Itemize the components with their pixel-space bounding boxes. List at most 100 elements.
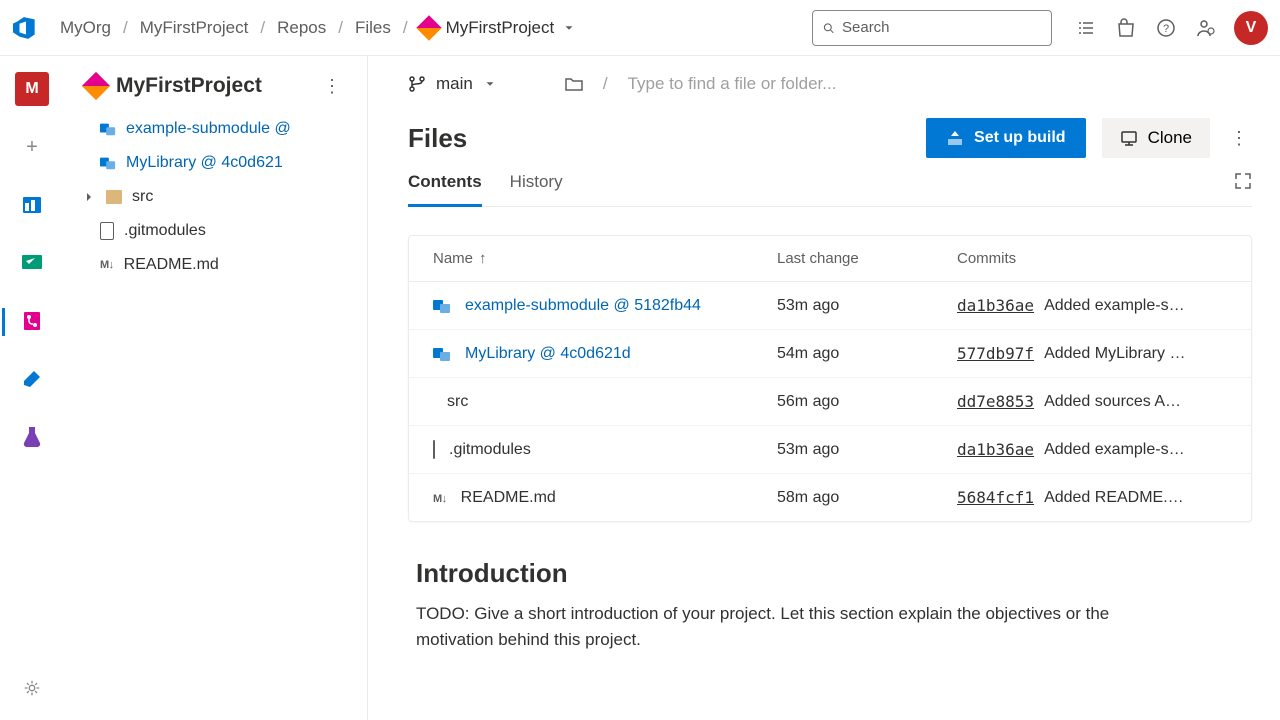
search-icon bbox=[823, 20, 834, 36]
row-commit: dd7e8853 Added sources A… bbox=[957, 392, 1227, 411]
setup-build-button[interactable]: Set up build bbox=[926, 118, 1086, 158]
col-last-change[interactable]: Last change bbox=[777, 250, 957, 267]
breadcrumb-area[interactable]: Repos bbox=[277, 18, 326, 38]
folder-root-icon[interactable] bbox=[565, 76, 583, 92]
marketplace-icon[interactable] bbox=[1114, 16, 1138, 40]
fullscreen-icon[interactable] bbox=[1234, 172, 1252, 206]
nav-overview[interactable] bbox=[15, 188, 49, 222]
col-name[interactable]: Name↑ bbox=[433, 250, 777, 267]
row-last-change: 58m ago bbox=[777, 489, 957, 507]
svg-text:?: ? bbox=[1163, 23, 1169, 35]
breadcrumb-sep: / bbox=[403, 18, 408, 38]
left-rail: M + bbox=[0, 56, 64, 720]
tree-more-menu[interactable]: ⋮ bbox=[319, 76, 345, 97]
tree-item-label: MyLibrary @ 4c0d621 bbox=[126, 154, 283, 172]
readme-heading: Introduction bbox=[416, 558, 1244, 589]
tree-item-src[interactable]: src bbox=[72, 180, 359, 214]
page-title: Files bbox=[408, 123, 467, 154]
tree-item-mylibrary[interactable]: MyLibrary @ 4c0d621 bbox=[72, 146, 359, 180]
project-settings-icon[interactable] bbox=[20, 676, 44, 700]
repo-icon bbox=[416, 15, 441, 40]
user-settings-icon[interactable] bbox=[1194, 16, 1218, 40]
table-row[interactable]: M↓README.md58m ago5684fcf1 Added README.… bbox=[409, 474, 1251, 521]
row-commit: da1b36ae Added example-s… bbox=[957, 296, 1227, 315]
commit-hash[interactable]: dd7e8853 bbox=[957, 392, 1034, 411]
tree-title-text: MyFirstProject bbox=[116, 74, 262, 98]
branch-selector[interactable]: main bbox=[408, 74, 497, 94]
topbar: MyOrg / MyFirstProject / Repos / Files /… bbox=[0, 0, 1280, 56]
commit-hash[interactable]: 577db97f bbox=[957, 344, 1034, 363]
row-last-change: 56m ago bbox=[777, 393, 957, 411]
search-input[interactable] bbox=[842, 19, 1041, 36]
readme-body: TODO: Give a short introduction of your … bbox=[416, 601, 1176, 652]
tab-contents[interactable]: Contents bbox=[408, 172, 482, 207]
md-icon: M↓ bbox=[433, 489, 447, 507]
work-items-icon[interactable] bbox=[1074, 16, 1098, 40]
submodule-icon bbox=[100, 155, 116, 171]
more-actions-menu[interactable]: ⋮ bbox=[1226, 128, 1252, 149]
sort-asc-icon: ↑ bbox=[479, 250, 487, 267]
nav-pipelines[interactable] bbox=[15, 362, 49, 396]
search-box[interactable] bbox=[812, 10, 1052, 46]
table-row[interactable]: .gitmodules53m agoda1b36aeAdded example-… bbox=[409, 426, 1251, 474]
clone-button[interactable]: Clone bbox=[1102, 118, 1210, 158]
nav-repos[interactable] bbox=[15, 304, 49, 338]
tab-history[interactable]: History bbox=[510, 172, 563, 206]
col-commits[interactable]: Commits bbox=[957, 250, 1227, 267]
row-commit: da1b36ae Added example-s… bbox=[957, 440, 1227, 459]
table-row[interactable]: example-submodule @ 5182fb4453m agoda1b3… bbox=[409, 282, 1251, 330]
submod-icon bbox=[433, 298, 451, 314]
row-last-change: 53m ago bbox=[777, 441, 957, 459]
main-content: main / Files Set up build Clone ⋮ bbox=[368, 56, 1280, 720]
find-file-input[interactable] bbox=[628, 74, 1252, 94]
tree-item-label: src bbox=[132, 188, 153, 206]
tree-item-label: example-submodule @ bbox=[126, 120, 291, 138]
nav-boards[interactable] bbox=[15, 246, 49, 280]
file-icon bbox=[433, 441, 435, 459]
breadcrumb-repo-dropdown[interactable]: MyFirstProject bbox=[420, 18, 577, 38]
azure-devops-logo[interactable] bbox=[12, 14, 40, 42]
commit-message: Added example-s… bbox=[1044, 297, 1185, 315]
markdown-icon: M↓ bbox=[100, 259, 114, 271]
tree-item-label: README.md bbox=[124, 256, 219, 274]
commit-message: Added sources A… bbox=[1044, 393, 1181, 411]
table-row[interactable]: MyLibrary @ 4c0d621d54m ago577db97fAdded… bbox=[409, 330, 1251, 378]
nav-test-plans[interactable] bbox=[15, 420, 49, 454]
file-tree: MyFirstProject ⋮ example-submodule @ MyL… bbox=[64, 56, 368, 720]
row-commit: 577db97f Added MyLibrary … bbox=[957, 344, 1227, 363]
build-icon bbox=[946, 129, 964, 147]
add-button[interactable]: + bbox=[15, 130, 49, 164]
file-table: Name↑ Last change Commits example-submod… bbox=[408, 235, 1252, 522]
project-badge[interactable]: M bbox=[15, 72, 49, 106]
tree-title[interactable]: MyFirstProject bbox=[86, 74, 262, 98]
setup-build-label: Set up build bbox=[974, 129, 1066, 147]
commit-hash[interactable]: da1b36ae bbox=[957, 440, 1034, 459]
folder-icon bbox=[106, 190, 122, 204]
help-icon[interactable]: ? bbox=[1154, 16, 1178, 40]
submod-icon bbox=[433, 346, 451, 362]
row-name: MyLibrary @ 4c0d621d bbox=[433, 345, 777, 363]
row-commit: 5684fcf1 Added README.… bbox=[957, 488, 1227, 507]
breadcrumb-sub[interactable]: Files bbox=[355, 18, 391, 38]
row-name: M↓README.md bbox=[433, 489, 777, 507]
commit-message: Added MyLibrary … bbox=[1044, 345, 1185, 363]
tree-item-example-submodule[interactable]: example-submodule @ bbox=[72, 112, 359, 146]
path-separator: / bbox=[603, 74, 608, 94]
commit-message: Added example-s… bbox=[1044, 441, 1185, 459]
tree-item-readme[interactable]: M↓ README.md bbox=[72, 248, 359, 282]
commit-hash[interactable]: 5684fcf1 bbox=[957, 488, 1034, 507]
breadcrumb-sep: / bbox=[338, 18, 343, 38]
table-row[interactable]: src56m agodd7e8853 Added sources A… bbox=[409, 378, 1251, 426]
commit-message: Added README.… bbox=[1044, 489, 1184, 507]
breadcrumb-sep: / bbox=[260, 18, 265, 38]
row-name: src bbox=[433, 393, 777, 411]
tree-item-gitmodules[interactable]: .gitmodules bbox=[72, 214, 359, 248]
tree-item-label: .gitmodules bbox=[124, 222, 206, 240]
chevron-down-icon bbox=[483, 77, 497, 91]
breadcrumb-org[interactable]: MyOrg bbox=[60, 18, 111, 38]
readme-preview: Introduction TODO: Give a short introduc… bbox=[408, 558, 1252, 692]
repo-icon bbox=[82, 72, 110, 100]
commit-hash[interactable]: da1b36ae bbox=[957, 296, 1034, 315]
user-avatar[interactable]: V bbox=[1234, 11, 1268, 45]
breadcrumb-project[interactable]: MyFirstProject bbox=[140, 18, 249, 38]
